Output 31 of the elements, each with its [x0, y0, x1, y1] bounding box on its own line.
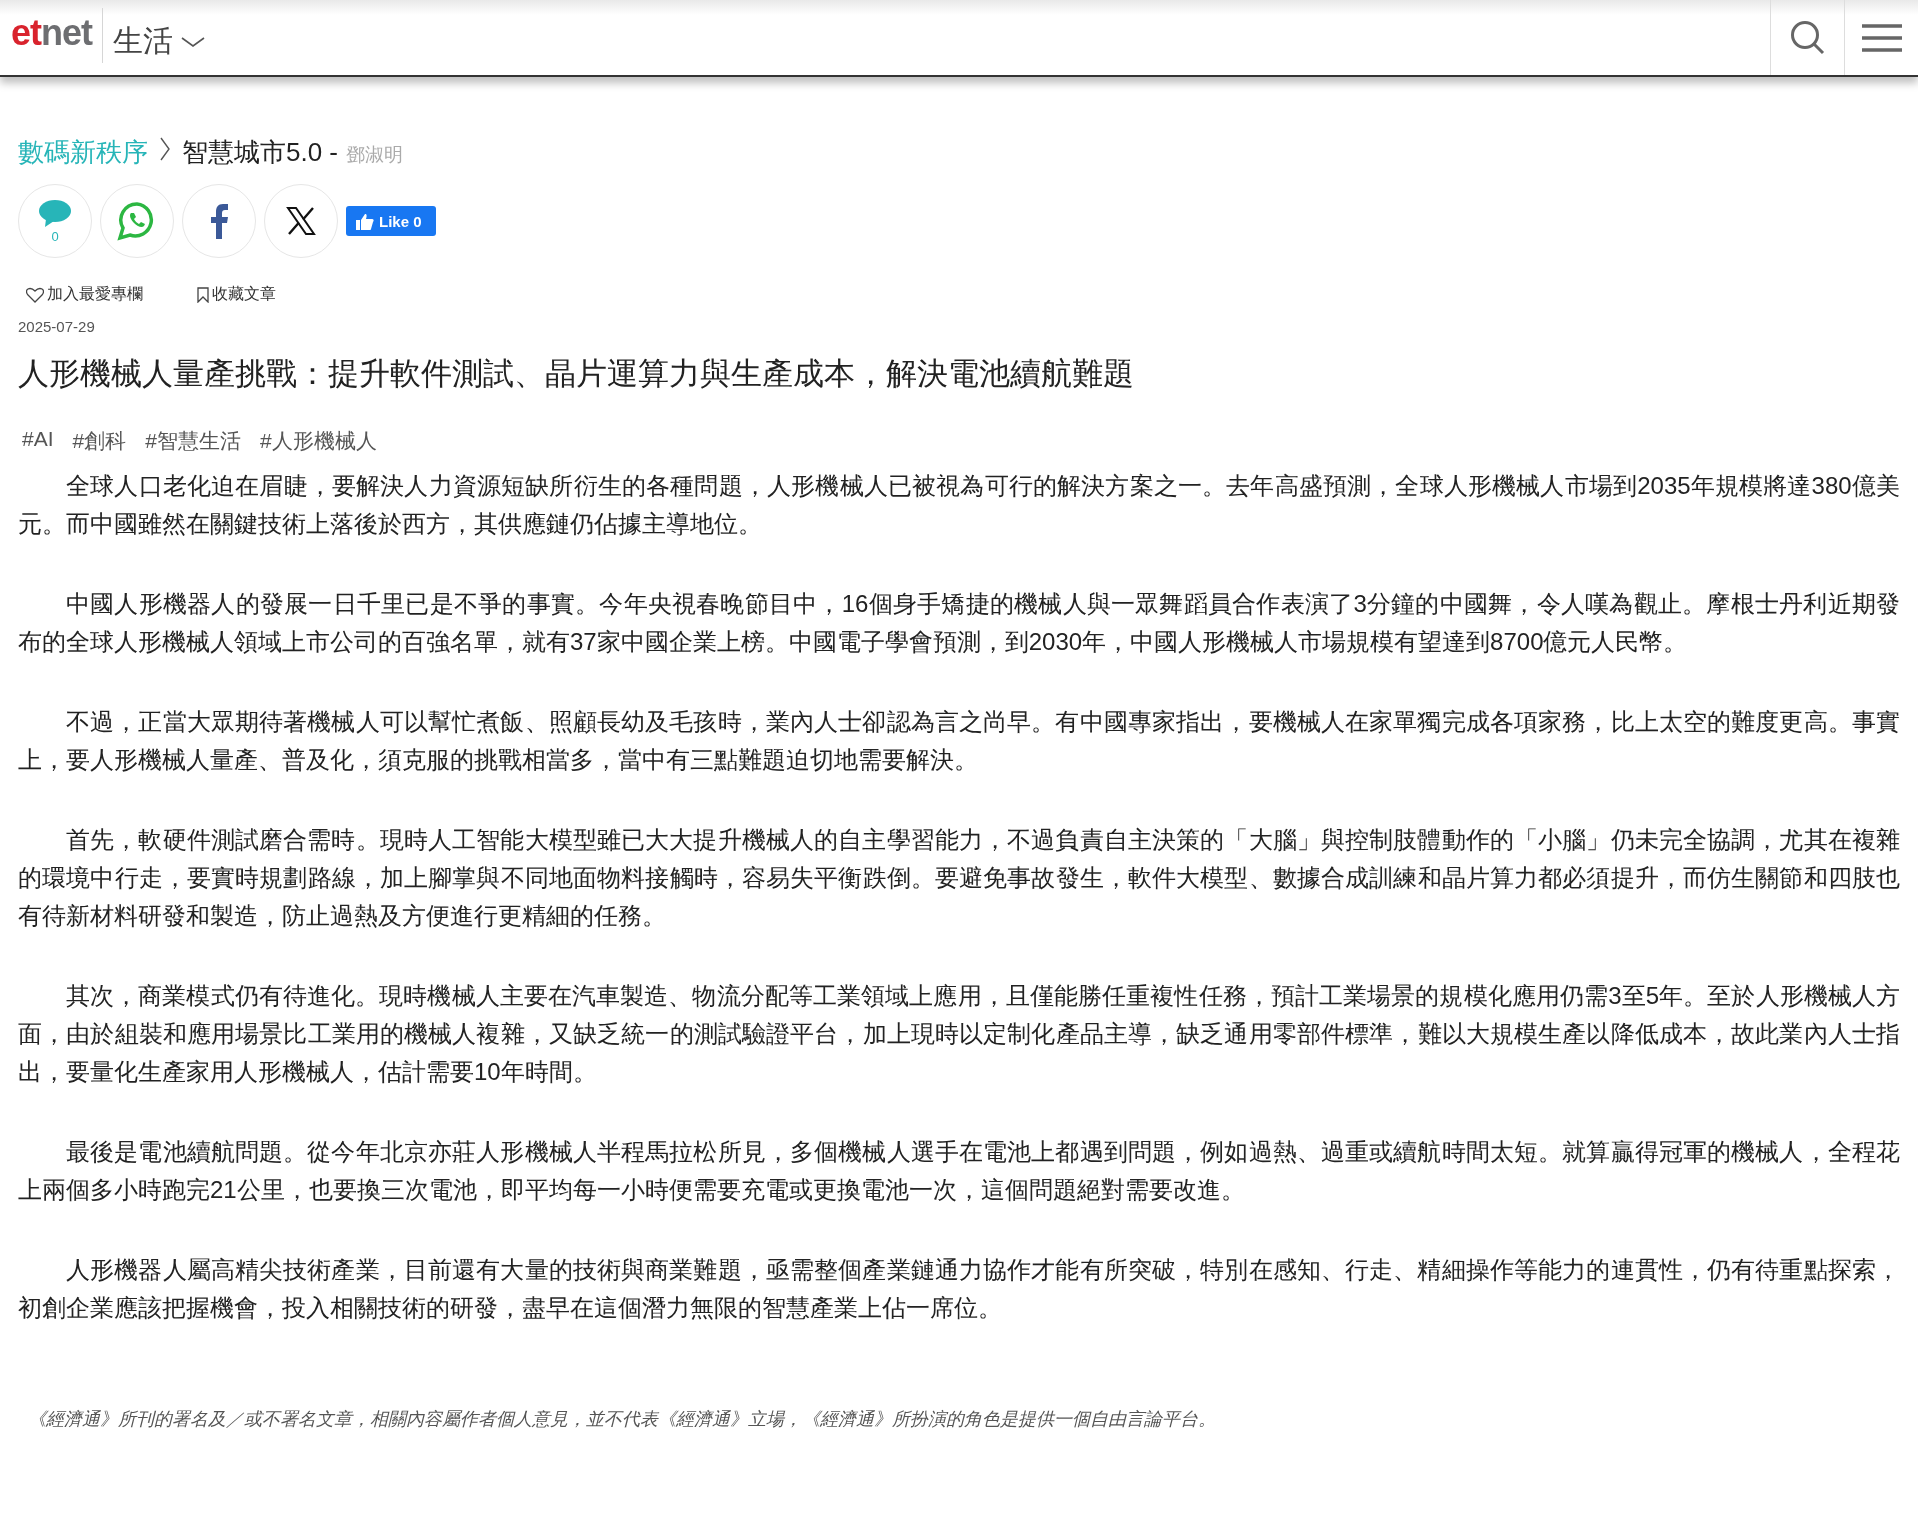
menu-icon — [1860, 22, 1903, 53]
tag-link[interactable]: #AI — [22, 427, 54, 455]
heart-icon — [26, 286, 44, 303]
article-paragraph: 不過，正當大眾期待著機械人可以幫忙煮飯、照顧長幼及毛孩時，業內人士卻認為言之尚早。有中國專家指出，要機械人在家單獨完成各項家務，比上太空的難度更高。事實上，要人形機械人量產、普及化，須克服的挑戰相當多，當中有三點難題迫切地需要解決。 — [18, 707, 1900, 775]
comment-count: 0 — [51, 230, 59, 243]
disclaimer-text: 《經濟通》所刊的署名及／或不署名文章，相關內容屬作者個人意見，並不代表《經濟通》立場，《經濟通》所扮演的角色是提供一個自由言論平台。 — [28, 1408, 1217, 1431]
article-paragraph: 全球人口老化迫在眉睫，要解決人力資源短缺所衍生的各種問題，人形機械人已被視為可行的解決方案之一。去年高盛預測，全球人形機械人市場到2035年規模將達380億美元。而中國雖然在關鍵技術上落後於西方，其供應鏈仍佔據主導地位。 — [18, 471, 1900, 539]
article-paragraph: 中國人形機器人的發展一日千里已是不爭的事實。今年央視春晚節目中，16個身手矯捷的機械人與一眾舞蹈員合作表演了3分鐘的中國舞，令人嘆為觀止。摩根士丹利近期發布的全球人形機械人領域上市公司的百強名單，就有37家中國企業上榜。中國電子學會預測，到2030年，中國人形機械人市場規模有望達到8700億元人民幣。 — [18, 589, 1900, 657]
article-paragraph: 人形機器人屬高精尖技術產業，目前還有大量的技術與商業難題，亟需整個產業鏈通力協作才能有所突破，特別在感知、行走、精細操作等能力的連貫性，仍有待重點探索，初創企業應該把握機會，投入相關技術的研發，盡早在這個潛力無限的智慧產業上佔一席位。 — [18, 1255, 1900, 1323]
section-dropdown[interactable]: 生活 — [103, 0, 205, 75]
article-title: 人形機械人量產挑戰：提升軟件測試、晶片運算力與生產成本，解決電池續航難題 — [18, 355, 1135, 393]
bookmark-button[interactable]: 收藏文章 — [197, 284, 276, 305]
x-logo-icon — [286, 206, 316, 236]
article-paragraph: 其次，商業模式仍有待進化。現時機械人主要在汽車製造、物流分配等工業領域上應用，且僅能勝任重複性任務，預計工業場景的規模化應用仍需3至5年。至於人形機械人方面，由於組裝和應用場景比工業用的機械人複雜，又缺乏統一的測試驗證平台，加上現時以定制化產品主導，缺乏通用零部件標準，難以大規模生產以降低成本，故此業內人士指出，要量化生產家用人形機械人，估計需要10年時間。 — [18, 981, 1900, 1087]
thumbs-up-icon — [356, 212, 374, 230]
publish-date: 2025-07-29 — [18, 318, 96, 335]
article-paragraph: 首先，軟硬件測試磨合需時。現時人工智能大模型雖已大大提升機械人的自主學習能力，不過負責自主決策的「大腦」與控制肢體動作的「小腦」仍未完全協調，尤其在複雜的環境中行走，要實時規劃路線，加上腳掌與不同地面物料接觸時，容易失平衡跌倒。要避免事故發生，軟件大模型、數據合成訓練和晶片算力都必須提升，而仿生關節和四肢也有待新材料研發和製造，防止過熱及方便進行更精細的任務。 — [18, 825, 1900, 931]
chevron-down-icon — [181, 35, 205, 48]
series-title: 智慧城市5.0 - — [182, 136, 339, 169]
site-logo[interactable]: etnet — [0, 0, 92, 75]
search-icon — [1788, 18, 1827, 57]
tag-link[interactable]: #智慧生活 — [145, 427, 241, 455]
facebook-icon — [209, 203, 229, 239]
like-button[interactable]: Like 0 — [346, 206, 436, 236]
article-paragraph: 最後是電池續航問題。從今年北京亦莊人形機械人半程馬拉松所見，多個機械人選手在電池上都遇到問題，例如過熱、過重或續航時間太短。就算贏得冠軍的機械人，全程花上兩個多小時跑完21公里，也要換三次電池，即平均每一小時便需要充電或更換電池一次，這個問題絕對需要改進。 — [18, 1137, 1900, 1205]
comment-icon — [38, 199, 72, 229]
chevron-right-icon — [160, 137, 170, 161]
favorite-column-button[interactable]: 加入最愛專欄 — [26, 284, 143, 305]
tag-link[interactable]: #創科 — [72, 427, 127, 455]
bookmark-icon — [197, 286, 209, 303]
tag-link[interactable]: #人形機械人 — [259, 427, 377, 455]
